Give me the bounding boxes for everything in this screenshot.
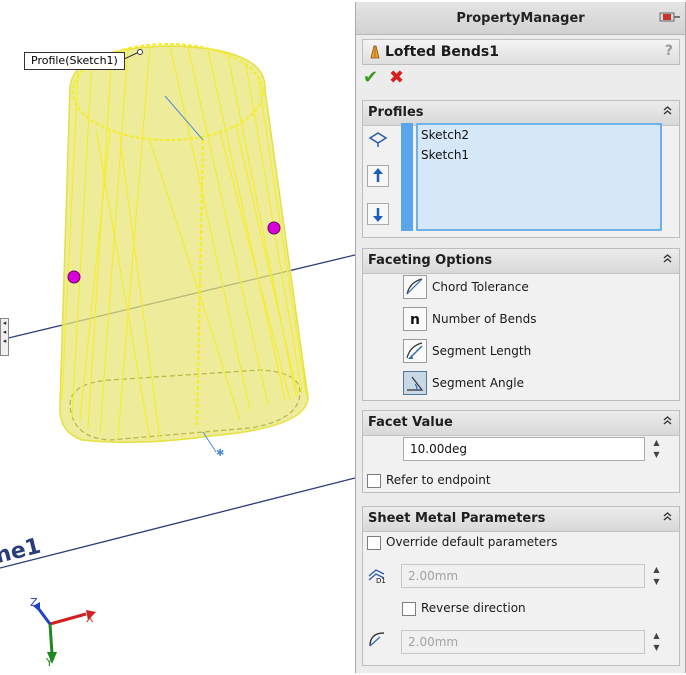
sketch-origin-icon: ✱ (216, 448, 224, 459)
spin-up-icon[interactable]: ▲ (648, 630, 665, 642)
list-item[interactable]: Sketch2 (418, 125, 660, 145)
collapse-chevron-icon[interactable] (662, 105, 673, 116)
faceting-title: Faceting Options (368, 253, 493, 268)
override-defaults-label[interactable]: Override default parameters (386, 535, 557, 549)
collapse-chevron-icon[interactable] (662, 253, 673, 264)
plane-edge-bottom (0, 477, 355, 569)
connector-point-left[interactable] (67, 270, 81, 284)
chord-tolerance-button[interactable] (403, 275, 427, 299)
profile-tooltip: Profile(Sketch1) (24, 52, 125, 70)
segment-angle-label[interactable]: Segment Angle (432, 376, 524, 390)
reverse-direction-label[interactable]: Reverse direction (421, 601, 526, 615)
selection-indicator (401, 123, 413, 231)
sheet-metal-title: Sheet Metal Parameters (368, 511, 546, 526)
list-item[interactable]: Sketch1 (418, 145, 660, 165)
segment-angle-button[interactable] (403, 371, 427, 395)
svg-text:D1: D1 (376, 577, 386, 584)
spin-down-icon[interactable]: ▼ (648, 449, 665, 461)
spin-down-icon[interactable]: ▼ (648, 576, 665, 588)
number-of-bends-label[interactable]: Number of Bends (432, 312, 537, 326)
svg-text:X: X (86, 612, 94, 625)
spin-up-icon[interactable]: ▲ (648, 437, 665, 449)
feature-header: Lofted Bends1 ? (362, 39, 680, 65)
pm-title: PropertyManager (356, 2, 685, 35)
help-icon[interactable]: ? (665, 43, 673, 59)
property-manager: PropertyManager Lofted Bends1 ? ✔ ✖ Prof… (355, 2, 686, 673)
spin-down-icon[interactable]: ▼ (648, 642, 665, 654)
reverse-direction-checkbox[interactable] (402, 602, 416, 616)
number-of-bends-button[interactable]: n (403, 307, 427, 331)
thickness-icon: D1 (368, 569, 386, 584)
facet-value-spinner[interactable]: ▲ ▼ (648, 437, 665, 461)
plane-label: ne1 (0, 534, 43, 569)
thickness-input[interactable]: 2.00mm (401, 564, 645, 588)
profile-select-icon (368, 132, 388, 147)
lofted-bend-icon (370, 45, 380, 59)
facet-value-title: Facet Value (368, 415, 453, 430)
model-view[interactable]: ✱ ne1 X Y Z (0, 0, 355, 675)
collapse-chevron-icon[interactable] (662, 415, 673, 426)
move-up-icon[interactable] (367, 165, 389, 187)
spin-up-icon[interactable]: ▲ (648, 564, 665, 576)
faceting-header[interactable]: Faceting Options (363, 249, 679, 274)
feature-name: Lofted Bends1 (385, 44, 499, 60)
bend-radius-icon (369, 632, 385, 647)
refer-to-endpoint-label[interactable]: Refer to endpoint (386, 473, 491, 487)
refer-to-endpoint-checkbox[interactable] (367, 474, 381, 488)
segment-length-button[interactable] (403, 339, 427, 363)
cancel-button[interactable]: ✖ (389, 69, 407, 87)
thickness-spinner[interactable]: ▲ ▼ (648, 564, 665, 588)
task-pane-collapse-handle[interactable]: ◂ ◂ ◂ (0, 318, 9, 356)
sheet-metal-header[interactable]: Sheet Metal Parameters (363, 507, 679, 532)
facet-value-input[interactable]: 10.00deg (403, 437, 645, 461)
ok-button[interactable]: ✔ (363, 69, 381, 87)
tooltip-anchor (137, 49, 143, 55)
collapse-chevron-icon[interactable] (662, 511, 673, 522)
graphics-area[interactable]: ✱ ne1 X Y Z Profile(Sketch1) ◂ ◂ ◂ (0, 0, 355, 675)
svg-text:n: n (410, 312, 420, 328)
chord-tolerance-icon (406, 278, 423, 295)
svg-text:Z: Z (30, 596, 38, 609)
facet-value-header[interactable]: Facet Value (363, 411, 679, 436)
segment-length-icon (406, 342, 423, 359)
override-defaults-checkbox[interactable] (367, 536, 381, 550)
chord-tolerance-label[interactable]: Chord Tolerance (432, 280, 529, 294)
bend-radius-input[interactable]: 2.00mm (401, 630, 645, 654)
move-down-icon[interactable] (367, 203, 389, 225)
segment-angle-icon (407, 376, 424, 391)
reference-triad: X Y Z (30, 596, 96, 669)
connector-point-right[interactable] (267, 221, 281, 235)
bend-radius-spinner[interactable]: ▲ ▼ (648, 630, 665, 654)
profiles-list[interactable]: Sketch2 Sketch1 (416, 123, 662, 231)
segment-length-label[interactable]: Segment Length (432, 344, 531, 358)
pin-icon[interactable] (659, 10, 681, 24)
number-of-bends-icon: n (410, 312, 420, 328)
profiles-title: Profiles (368, 105, 424, 120)
svg-text:Y: Y (45, 656, 53, 669)
